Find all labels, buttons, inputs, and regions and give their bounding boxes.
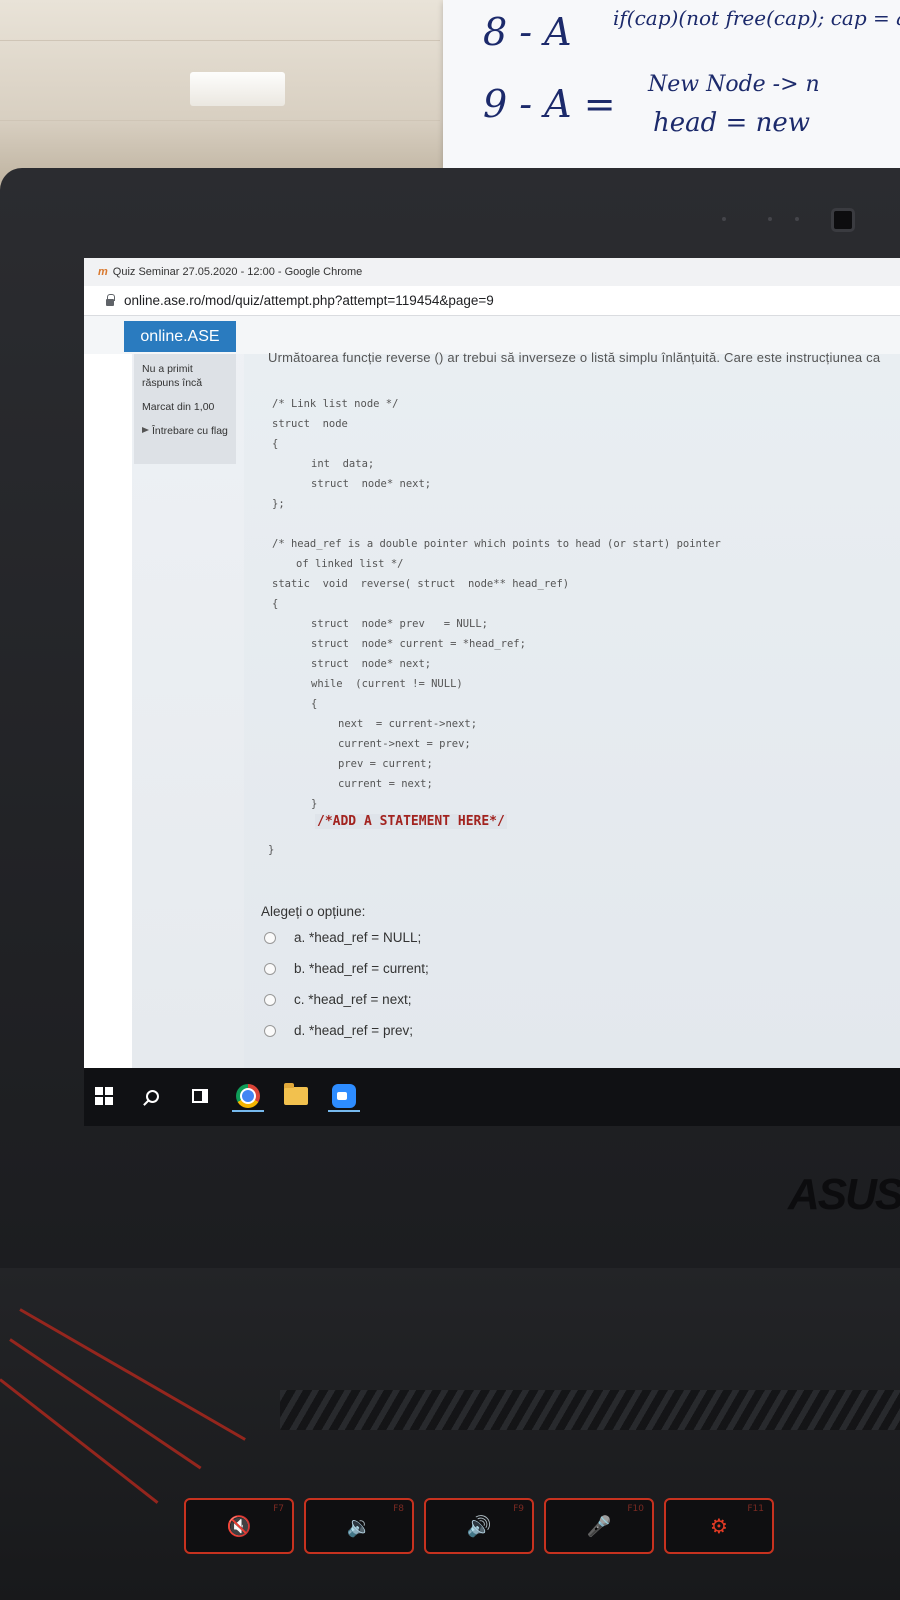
code-line: /* Link list node */ (272, 398, 399, 410)
flag-question-label: Întrebare cu flag (152, 425, 228, 437)
moodle-favicon-icon: m (98, 266, 108, 278)
site-logo-button[interactable]: online.ASE (124, 321, 236, 352)
code-placeholder-comment: /*ADD A STATEMENT HERE*/ (315, 814, 507, 829)
question-text: Următoarea funcție reverse () ar trebui … (268, 350, 881, 365)
webcam-indicator-dot (795, 217, 799, 221)
answer-option-c[interactable]: c. *head_ref = next; (264, 992, 411, 1007)
answer-option-d[interactable]: d. *head_ref = prev; (264, 1023, 413, 1038)
question-mark: Marcat din 1,00 (142, 401, 215, 413)
code-line: current->next = prev; (338, 738, 471, 750)
function-key[interactable]: F11 ⚙ (664, 1498, 774, 1554)
address-bar[interactable]: online.ase.ro/mod/quiz/attempt.php?attem… (84, 286, 900, 316)
file-explorer-icon[interactable] (276, 1078, 316, 1114)
answer-option-b[interactable]: b. *head_ref = current; (264, 961, 429, 976)
code-line: next = current->next; (338, 718, 478, 730)
radio-button[interactable] (264, 1024, 276, 1037)
note-line-1-script: if(cap)(not free(cap); cap = a (613, 6, 900, 30)
answer-option-a[interactable]: a. *head_ref = NULL; (264, 930, 421, 945)
function-key[interactable]: F10 🎤 (544, 1498, 654, 1554)
webcam-indicator-dot (722, 217, 726, 221)
flag-question-link[interactable]: Întrebare cu flag (142, 424, 228, 438)
window-title: Quiz Seminar 27.05.2020 - 12:00 - Google… (112, 266, 363, 278)
flag-icon (142, 427, 149, 433)
question-content: Următoarea funcție reverse () ar trebui … (244, 350, 900, 1068)
handwritten-note: 8 - A if(cap)(not free(cap); cap = a 9 -… (443, 0, 900, 168)
code-line: static void reverse( struct node** head_… (272, 578, 570, 590)
code-line: } (268, 844, 275, 856)
note-line-2-script: New Node -> n (648, 72, 820, 97)
url-text[interactable]: online.ase.ro/mod/quiz/attempt.php?attem… (124, 293, 494, 308)
code-line: { (311, 698, 318, 710)
code-line: struct node* next; (311, 658, 432, 670)
page-left-margin (84, 354, 132, 1068)
function-key[interactable]: F7 🔇 (184, 1498, 294, 1554)
browser-titlebar[interactable]: m Quiz Seminar 27.05.2020 - 12:00 - Goog… (84, 258, 900, 286)
radio-button[interactable] (264, 931, 276, 944)
site-header: online.ASE (84, 316, 900, 354)
windows-start-icon[interactable] (84, 1078, 124, 1114)
search-icon[interactable] (132, 1078, 172, 1114)
code-line: int data; (311, 458, 375, 470)
note-line-3-script: head = new (653, 108, 810, 138)
code-line: while (current != NULL) (311, 678, 463, 690)
radio-button[interactable] (264, 962, 276, 975)
code-line: struct node (272, 418, 348, 430)
question-status: Nu a primit răspuns încă (142, 363, 203, 389)
keyboard-vent (280, 1390, 900, 1430)
laptop-screen: m Quiz Seminar 27.05.2020 - 12:00 - Goog… (84, 258, 900, 1126)
code-line: struct node* current = *head_ref; (311, 638, 526, 650)
quiz-page: online.ASE Nu a primit răspuns încă Marc… (84, 316, 900, 1068)
windows-taskbar (84, 1068, 900, 1126)
lock-icon (106, 293, 115, 306)
answer-option-label: c. *head_ref = next; (294, 992, 412, 1007)
answer-option-label: a. *head_ref = NULL; (294, 930, 422, 945)
answer-option-label: d. *head_ref = prev; (294, 1023, 413, 1038)
options-prompt: Alegeți o opțiune: (261, 904, 366, 919)
code-line: current = next; (338, 778, 433, 790)
code-line: struct node* prev = NULL; (311, 618, 489, 630)
code-line: } (311, 798, 318, 810)
chrome-icon[interactable] (228, 1078, 268, 1114)
code-line: { (272, 598, 279, 610)
code-line: /* head_ref is a double pointer which po… (272, 538, 721, 550)
laptop-brand-logo: ASUS (788, 1170, 900, 1219)
note-line-2: 9 - A = (483, 82, 616, 126)
code-line: { (272, 438, 279, 450)
radio-button[interactable] (264, 993, 276, 1006)
deck-accent-stripe (0, 1378, 159, 1504)
task-view-icon[interactable] (180, 1078, 220, 1114)
note-line-1: 8 - A (483, 10, 572, 54)
code-line: prev = current; (338, 758, 433, 770)
zoom-icon[interactable] (324, 1078, 364, 1114)
code-line: of linked list */ (296, 558, 404, 570)
ceiling-tile-line (0, 40, 440, 41)
webcam (831, 208, 855, 232)
ceiling-tile-line (0, 120, 440, 121)
function-key[interactable]: F8 🔉 (304, 1498, 414, 1554)
function-key[interactable]: F9 🔊 (424, 1498, 534, 1554)
code-line: }; (272, 498, 285, 510)
code-line: struct node* next; (311, 478, 432, 490)
answer-option-label: b. *head_ref = current; (294, 961, 429, 976)
question-info-box: Nu a primit răspuns încă Marcat din 1,00… (134, 354, 236, 464)
webcam-indicator-dot (768, 217, 772, 221)
ceiling-light (190, 72, 285, 106)
